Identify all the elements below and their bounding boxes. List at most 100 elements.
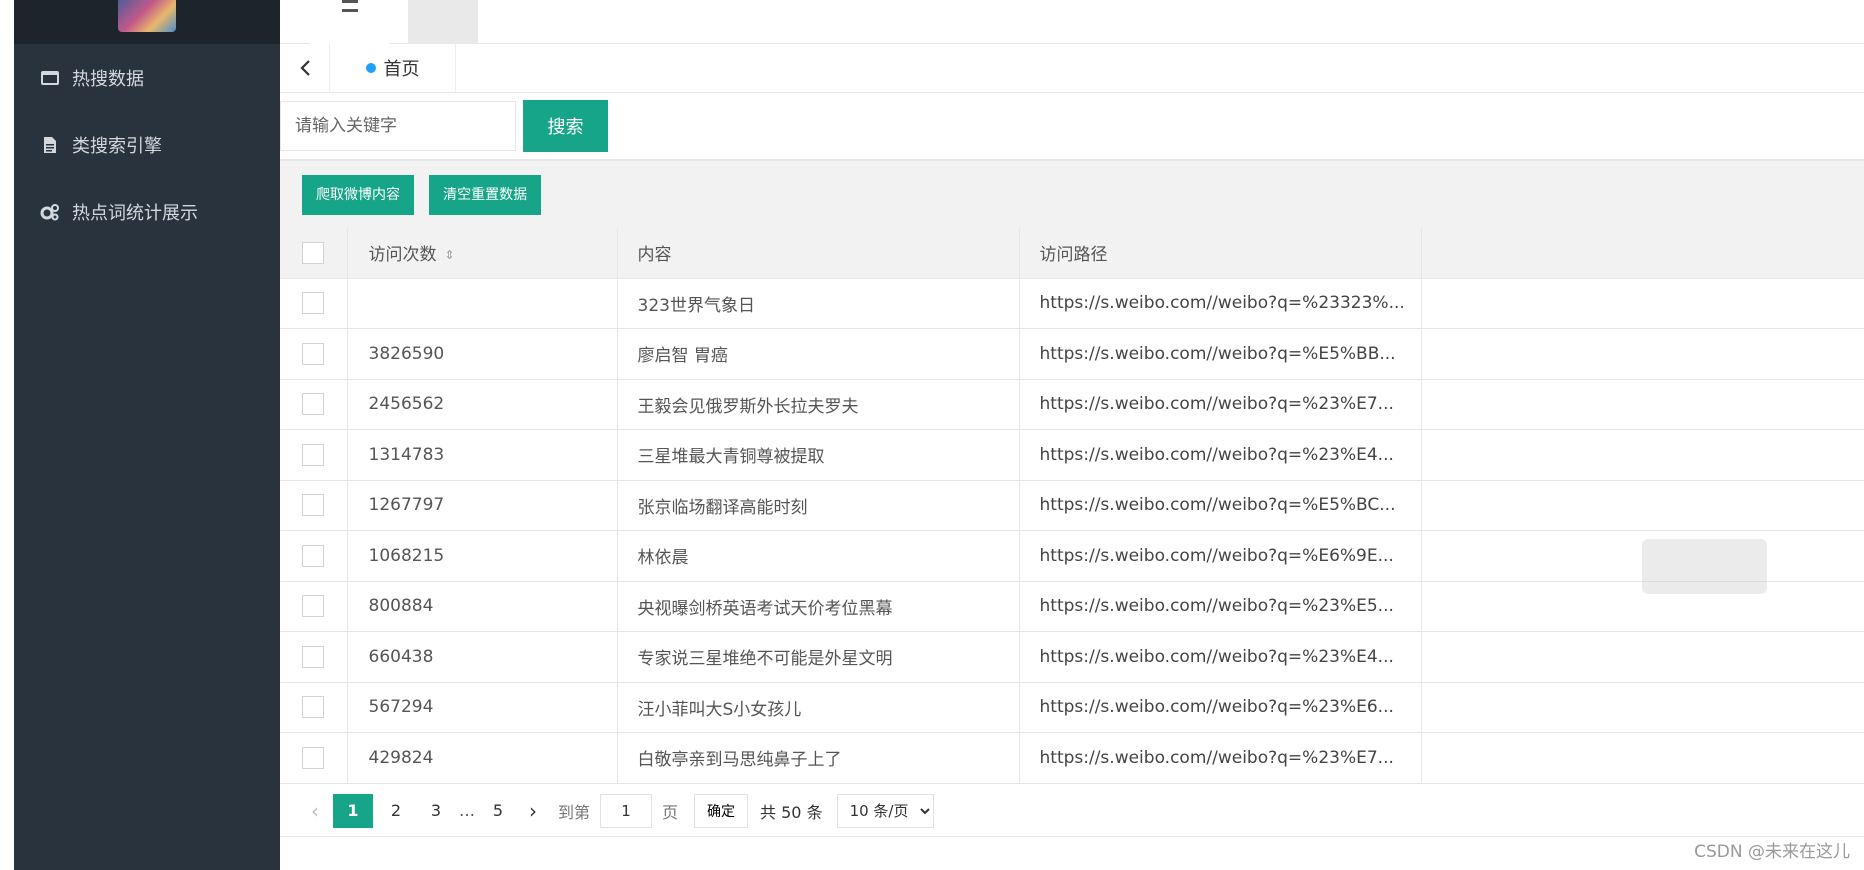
row-checkbox[interactable] bbox=[302, 443, 324, 466]
pagination: ‹ 1 2 3 … 5 › 到第 页 确定 共 50 条 10 条/页 bbox=[280, 785, 1864, 837]
count-cell: 567294 bbox=[347, 682, 618, 733]
table-row[interactable]: 323世界气象日 https://s.weibo.com//weibo?q=%2… bbox=[280, 278, 1864, 329]
row-checkbox[interactable] bbox=[302, 595, 324, 618]
background-window-edge bbox=[0, 0, 14, 870]
page-ellipsis: … bbox=[459, 801, 475, 820]
table-row[interactable]: 429824 白敬亭亲到马思纯鼻子上了 https://s.weibo.com/… bbox=[280, 732, 1864, 784]
page-5[interactable]: 5 bbox=[481, 794, 515, 828]
search-button[interactable]: 搜索 bbox=[523, 100, 608, 152]
url-cell: https://s.weibo.com//weibo?q=%E5%BB... bbox=[1019, 328, 1422, 380]
header-filler bbox=[1421, 228, 1864, 279]
tab-home-label: 首页 bbox=[383, 59, 420, 80]
data-table: 访问次数 ⇕ 内容 访问路径 323世界气象日 https://s.weibo.c… bbox=[280, 228, 1864, 784]
count-cell: 1068215 bbox=[347, 530, 618, 582]
page-3[interactable]: 3 bbox=[419, 794, 453, 828]
sidebar-item-search-engine[interactable]: 类搜索引擎 bbox=[14, 111, 280, 178]
row-checkbox-cell bbox=[280, 480, 348, 531]
select-all-checkbox[interactable] bbox=[302, 241, 324, 264]
content-cell: 廖启智 胃癌 bbox=[617, 328, 1020, 380]
table-row[interactable]: 1314783 三星堆最大青铜尊被提取 https://s.weibo.com/… bbox=[280, 429, 1864, 481]
row-filler bbox=[1421, 682, 1864, 733]
table-row[interactable]: 660438 专家说三星堆绝不可能是外星文明 https://s.weibo.c… bbox=[280, 631, 1864, 683]
total-count: 共 50 条 bbox=[760, 802, 823, 822]
row-checkbox[interactable] bbox=[302, 393, 324, 416]
next-page-icon[interactable]: › bbox=[518, 799, 548, 823]
row-filler bbox=[1421, 480, 1864, 531]
document-icon bbox=[40, 136, 60, 154]
url-cell: https://s.weibo.com//weibo?q=%23%E7... bbox=[1019, 379, 1422, 430]
sidebar-item-hot-word-stats[interactable]: 热点词统计展示 bbox=[14, 178, 280, 245]
row-checkbox[interactable] bbox=[302, 494, 324, 517]
url-cell: https://s.weibo.com//weibo?q=%E6%9E... bbox=[1019, 530, 1422, 582]
row-checkbox[interactable] bbox=[302, 292, 324, 315]
row-checkbox-cell bbox=[280, 732, 348, 784]
url-cell: https://s.weibo.com//weibo?q=%E5%BC... bbox=[1019, 480, 1422, 531]
count-cell: 800884 bbox=[347, 581, 618, 632]
row-checkbox[interactable] bbox=[302, 645, 324, 668]
url-cell: https://s.weibo.com//weibo?q=%23%E7... bbox=[1019, 732, 1422, 784]
search-row: 搜索 bbox=[280, 93, 1864, 161]
prev-page-icon[interactable]: ‹ bbox=[300, 799, 330, 823]
gears-icon bbox=[40, 203, 60, 221]
row-filler bbox=[1421, 429, 1864, 481]
column-header-label: 访问路径 bbox=[1039, 245, 1108, 266]
crawl-weibo-button[interactable]: 爬取微博内容 bbox=[302, 175, 414, 215]
column-header-label: 访问次数 bbox=[368, 245, 437, 266]
row-checkbox-cell bbox=[280, 429, 348, 481]
content-cell: 央视曝剑桥英语考试天价考位黑幕 bbox=[617, 581, 1020, 632]
window-icon bbox=[40, 69, 60, 87]
url-cell: https://s.weibo.com//weibo?q=%23%E4... bbox=[1019, 631, 1422, 683]
chevron-left-icon bbox=[299, 60, 310, 76]
row-filler bbox=[1421, 732, 1864, 784]
tab-scroll-left-button[interactable] bbox=[280, 43, 330, 93]
count-cell: 1314783 bbox=[347, 429, 618, 481]
avatar[interactable] bbox=[118, 0, 176, 32]
sidebar-item-label: 热点词统计展示 bbox=[72, 202, 198, 224]
tab-bar: 首页 bbox=[280, 43, 1864, 93]
table-row[interactable]: 1267797 张京临场翻译高能时刻 https://s.weibo.com//… bbox=[280, 480, 1864, 531]
table-row[interactable]: 3826590 廖启智 胃癌 https://s.weibo.com//weib… bbox=[280, 328, 1864, 380]
url-cell: https://s.weibo.com//weibo?q=%23%E4... bbox=[1019, 429, 1422, 481]
table-row[interactable]: 567294 汪小菲叫大S小女孩儿 https://s.weibo.com//w… bbox=[280, 682, 1864, 733]
clear-reset-button[interactable]: 清空重置数据 bbox=[429, 175, 542, 215]
row-checkbox-cell bbox=[280, 581, 348, 632]
row-checkbox-cell bbox=[280, 530, 348, 582]
goto-page-input[interactable] bbox=[600, 793, 653, 828]
page-size-select[interactable]: 10 条/页 bbox=[836, 793, 934, 828]
row-checkbox[interactable] bbox=[302, 696, 324, 719]
sort-icon[interactable]: ⇕ bbox=[445, 248, 455, 262]
column-header-url: 访问路径 bbox=[1019, 228, 1422, 279]
row-checkbox[interactable] bbox=[302, 746, 324, 769]
count-cell: 2456562 bbox=[347, 379, 618, 430]
page-1[interactable]: 1 bbox=[333, 793, 373, 828]
menu-toggle-button[interactable] bbox=[310, 0, 390, 44]
search-input[interactable] bbox=[280, 101, 516, 151]
page-unit-label: 页 bbox=[662, 802, 679, 822]
active-dot-icon bbox=[365, 63, 376, 73]
row-checkbox[interactable] bbox=[302, 342, 324, 365]
table-row[interactable]: 1068215 林依晨 https://s.weibo.com//weibo?q… bbox=[280, 530, 1864, 582]
tab-home[interactable]: 首页 bbox=[330, 43, 456, 93]
content-cell: 专家说三星堆绝不可能是外星文明 bbox=[617, 631, 1020, 683]
table-row[interactable]: 800884 央视曝剑桥英语考试天价考位黑幕 https://s.weibo.c… bbox=[280, 581, 1864, 632]
row-checkbox[interactable] bbox=[302, 544, 324, 567]
row-checkbox-cell bbox=[280, 328, 348, 380]
page-2[interactable]: 2 bbox=[379, 794, 413, 828]
column-header-count[interactable]: 访问次数 ⇕ bbox=[347, 228, 618, 279]
count-cell: 429824 bbox=[347, 732, 618, 784]
count-cell: 1267797 bbox=[347, 480, 618, 531]
table-row[interactable]: 2456562 王毅会见俄罗斯外长拉夫罗夫 https://s.weibo.co… bbox=[280, 379, 1864, 430]
row-filler bbox=[1421, 328, 1864, 380]
goto-confirm-button[interactable]: 确定 bbox=[694, 793, 749, 828]
sidebar-header bbox=[14, 0, 280, 44]
goto-label: 到第 bbox=[558, 802, 591, 822]
sidebar-item-hot-search-data[interactable]: 热搜数据 bbox=[14, 44, 280, 111]
column-header-content: 内容 bbox=[617, 228, 1020, 279]
main-content: 首页 搜索 爬取微博内容 清空重置数据 访问次数 ⇕ 内容 访问路径 bbox=[280, 0, 1864, 870]
sidebar: 热搜数据 类搜索引擎 热点词统计展示 bbox=[14, 0, 280, 870]
content-cell: 张京临场翻译高能时刻 bbox=[617, 480, 1020, 531]
content-cell: 白敬亭亲到马思纯鼻子上了 bbox=[617, 732, 1020, 784]
watermark: CSDN @未来在这儿 bbox=[1694, 842, 1850, 862]
top-nav-item[interactable] bbox=[408, 0, 478, 44]
url-cell: https://s.weibo.com//weibo?q=%23%E5... bbox=[1019, 581, 1422, 632]
